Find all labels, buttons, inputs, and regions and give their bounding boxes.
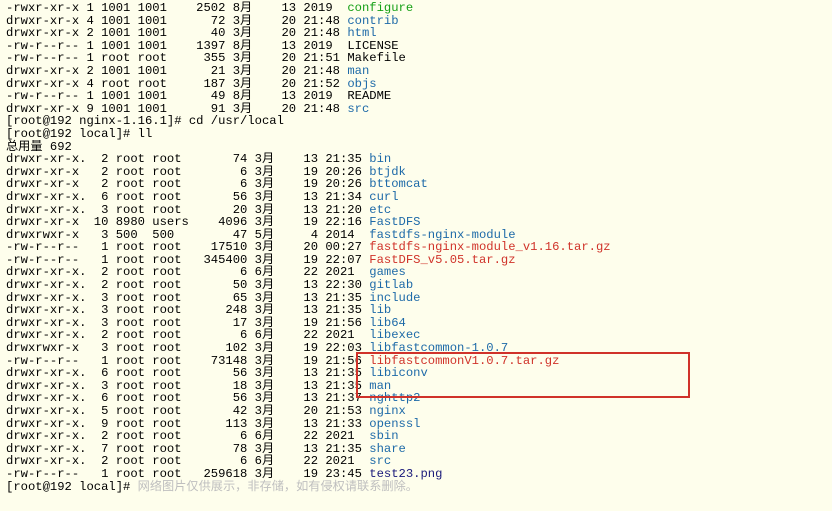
file-name: src: [347, 102, 369, 116]
watermark-text: 网络图片仅供展示，非存储，如有侵权请联系删除。: [138, 480, 418, 494]
terminal-output: -rwxr-xr-x 1 1001 1001 2502 8月 13 2019 c…: [0, 0, 832, 497]
shell-prompt-line: [root@192 local]# ll: [6, 128, 828, 141]
shell-prompt-line: [root@192 local]# 网络图片仅供展示，非存储，如有侵权请联系删除…: [6, 481, 828, 494]
